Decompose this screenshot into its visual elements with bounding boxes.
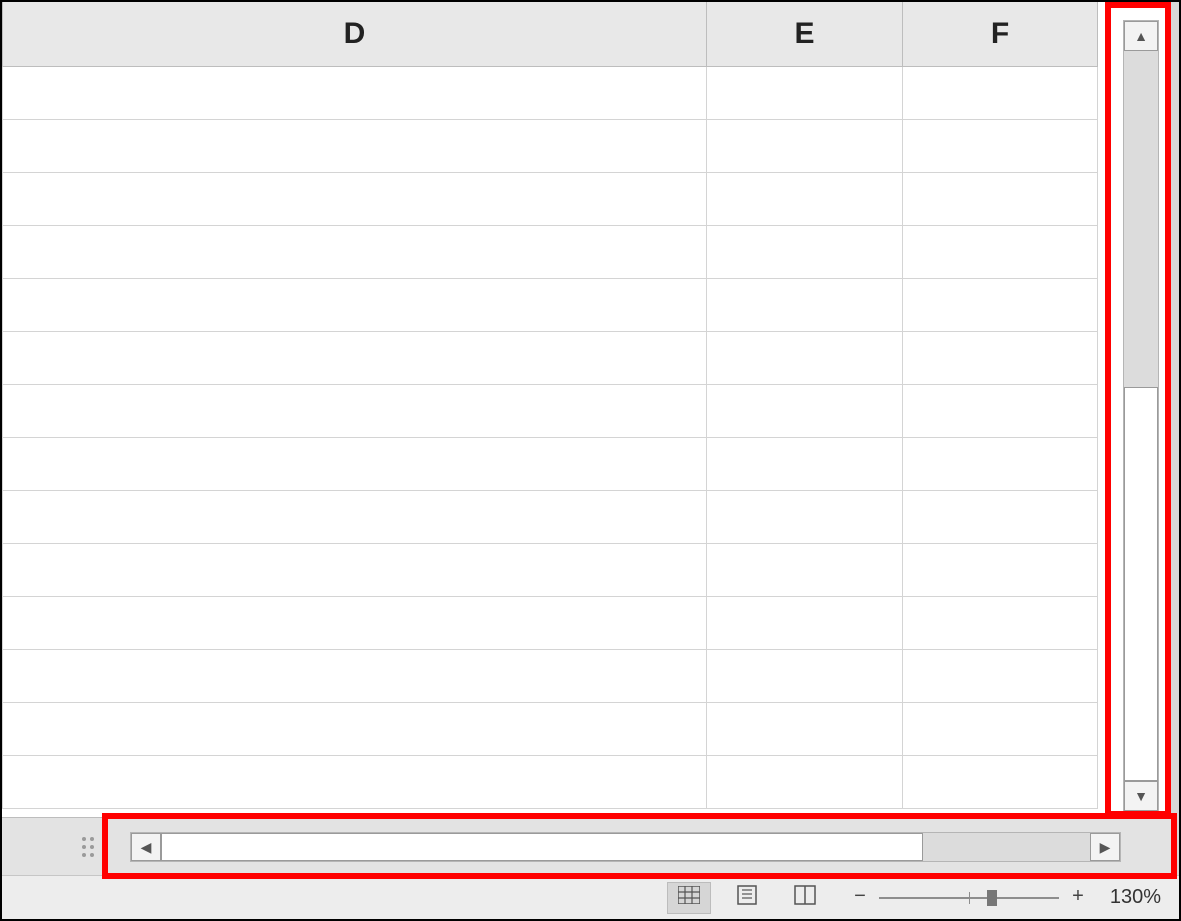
table-row [3, 543, 1098, 596]
table-row [3, 702, 1098, 755]
page-break-icon [794, 885, 816, 910]
cell[interactable] [903, 702, 1098, 755]
horizontal-scroll-thumb[interactable] [161, 833, 923, 861]
cell[interactable] [903, 331, 1098, 384]
view-page-break-button[interactable] [783, 882, 827, 914]
cell[interactable] [903, 543, 1098, 596]
cell[interactable] [707, 119, 903, 172]
cell[interactable] [3, 702, 707, 755]
tab-splitter-grip[interactable] [80, 832, 96, 862]
cell[interactable] [707, 702, 903, 755]
table-row [3, 490, 1098, 543]
cell[interactable] [707, 225, 903, 278]
grid-view-icon [678, 886, 700, 909]
table-row [3, 755, 1098, 808]
scroll-right-button[interactable]: ▶ [1090, 833, 1120, 861]
column-header-f[interactable]: F [903, 2, 1098, 66]
cell[interactable] [3, 384, 707, 437]
vertical-scroll-thumb[interactable] [1124, 387, 1158, 781]
cell[interactable] [903, 649, 1098, 702]
table-row [3, 66, 1098, 119]
scroll-down-button[interactable]: ▼ [1124, 781, 1158, 811]
cell[interactable] [903, 172, 1098, 225]
table-row [3, 225, 1098, 278]
zoom-level-label[interactable]: 130% [1097, 886, 1161, 909]
sheet-table: D E F [2, 2, 1098, 809]
table-row [3, 437, 1098, 490]
view-normal-button[interactable] [667, 882, 711, 914]
cell[interactable] [3, 119, 707, 172]
scroll-left-button[interactable]: ◀ [131, 833, 161, 861]
cell[interactable] [903, 596, 1098, 649]
vertical-scroll-track[interactable] [1124, 51, 1158, 781]
cell[interactable] [3, 649, 707, 702]
horizontal-scrollbar[interactable]: ◀ ▶ [130, 832, 1121, 862]
sheet-tab-strip: ◀ ▶ [2, 817, 1177, 875]
cell[interactable] [3, 172, 707, 225]
horizontal-scroll-track[interactable] [161, 833, 1090, 861]
cell[interactable] [707, 543, 903, 596]
zoom-controls: − + 130% [849, 886, 1161, 909]
cell-grid[interactable]: D E F [2, 2, 1097, 817]
cell[interactable] [707, 596, 903, 649]
spreadsheet-window: D E F ▲ ▼ ◀ [0, 0, 1181, 921]
zoom-slider-center-tick [969, 892, 970, 904]
cell[interactable] [707, 172, 903, 225]
caret-down-icon: ▼ [1134, 788, 1148, 804]
page-layout-icon [737, 885, 757, 910]
cell[interactable] [707, 384, 903, 437]
cell[interactable] [3, 596, 707, 649]
vertical-scrollbar[interactable]: ▲ ▼ [1123, 20, 1159, 812]
cell[interactable] [903, 119, 1098, 172]
table-row [3, 649, 1098, 702]
cell[interactable] [3, 331, 707, 384]
scroll-up-button[interactable]: ▲ [1124, 21, 1158, 51]
table-row [3, 384, 1098, 437]
cell[interactable] [903, 66, 1098, 119]
cell[interactable] [707, 437, 903, 490]
right-gutter [1171, 2, 1179, 919]
cell[interactable] [903, 225, 1098, 278]
status-bar: − + 130% [2, 875, 1179, 919]
cell[interactable] [903, 437, 1098, 490]
cell[interactable] [707, 755, 903, 808]
table-row [3, 278, 1098, 331]
cell[interactable] [903, 490, 1098, 543]
zoom-out-button[interactable]: − [849, 887, 871, 909]
cell[interactable] [707, 278, 903, 331]
column-header-row: D E F [3, 2, 1098, 66]
cell[interactable] [3, 755, 707, 808]
zoom-in-button[interactable]: + [1067, 887, 1089, 909]
cell[interactable] [3, 66, 707, 119]
cell[interactable] [3, 437, 707, 490]
cell[interactable] [903, 384, 1098, 437]
cell[interactable] [3, 543, 707, 596]
cell[interactable] [707, 66, 903, 119]
zoom-slider-handle[interactable] [987, 890, 997, 906]
view-page-layout-button[interactable] [725, 882, 769, 914]
table-row [3, 119, 1098, 172]
cell[interactable] [3, 225, 707, 278]
cell[interactable] [903, 278, 1098, 331]
cell[interactable] [707, 331, 903, 384]
cell[interactable] [707, 490, 903, 543]
column-header-d[interactable]: D [3, 2, 707, 66]
table-row [3, 331, 1098, 384]
cell[interactable] [3, 490, 707, 543]
cell[interactable] [3, 278, 707, 331]
table-row [3, 596, 1098, 649]
cell[interactable] [903, 755, 1098, 808]
table-row [3, 172, 1098, 225]
zoom-slider[interactable] [879, 888, 1059, 908]
cell[interactable] [707, 649, 903, 702]
caret-right-icon: ▶ [1100, 839, 1111, 856]
caret-left-icon: ◀ [141, 839, 152, 856]
column-header-e[interactable]: E [707, 2, 903, 66]
caret-up-icon: ▲ [1134, 28, 1148, 44]
